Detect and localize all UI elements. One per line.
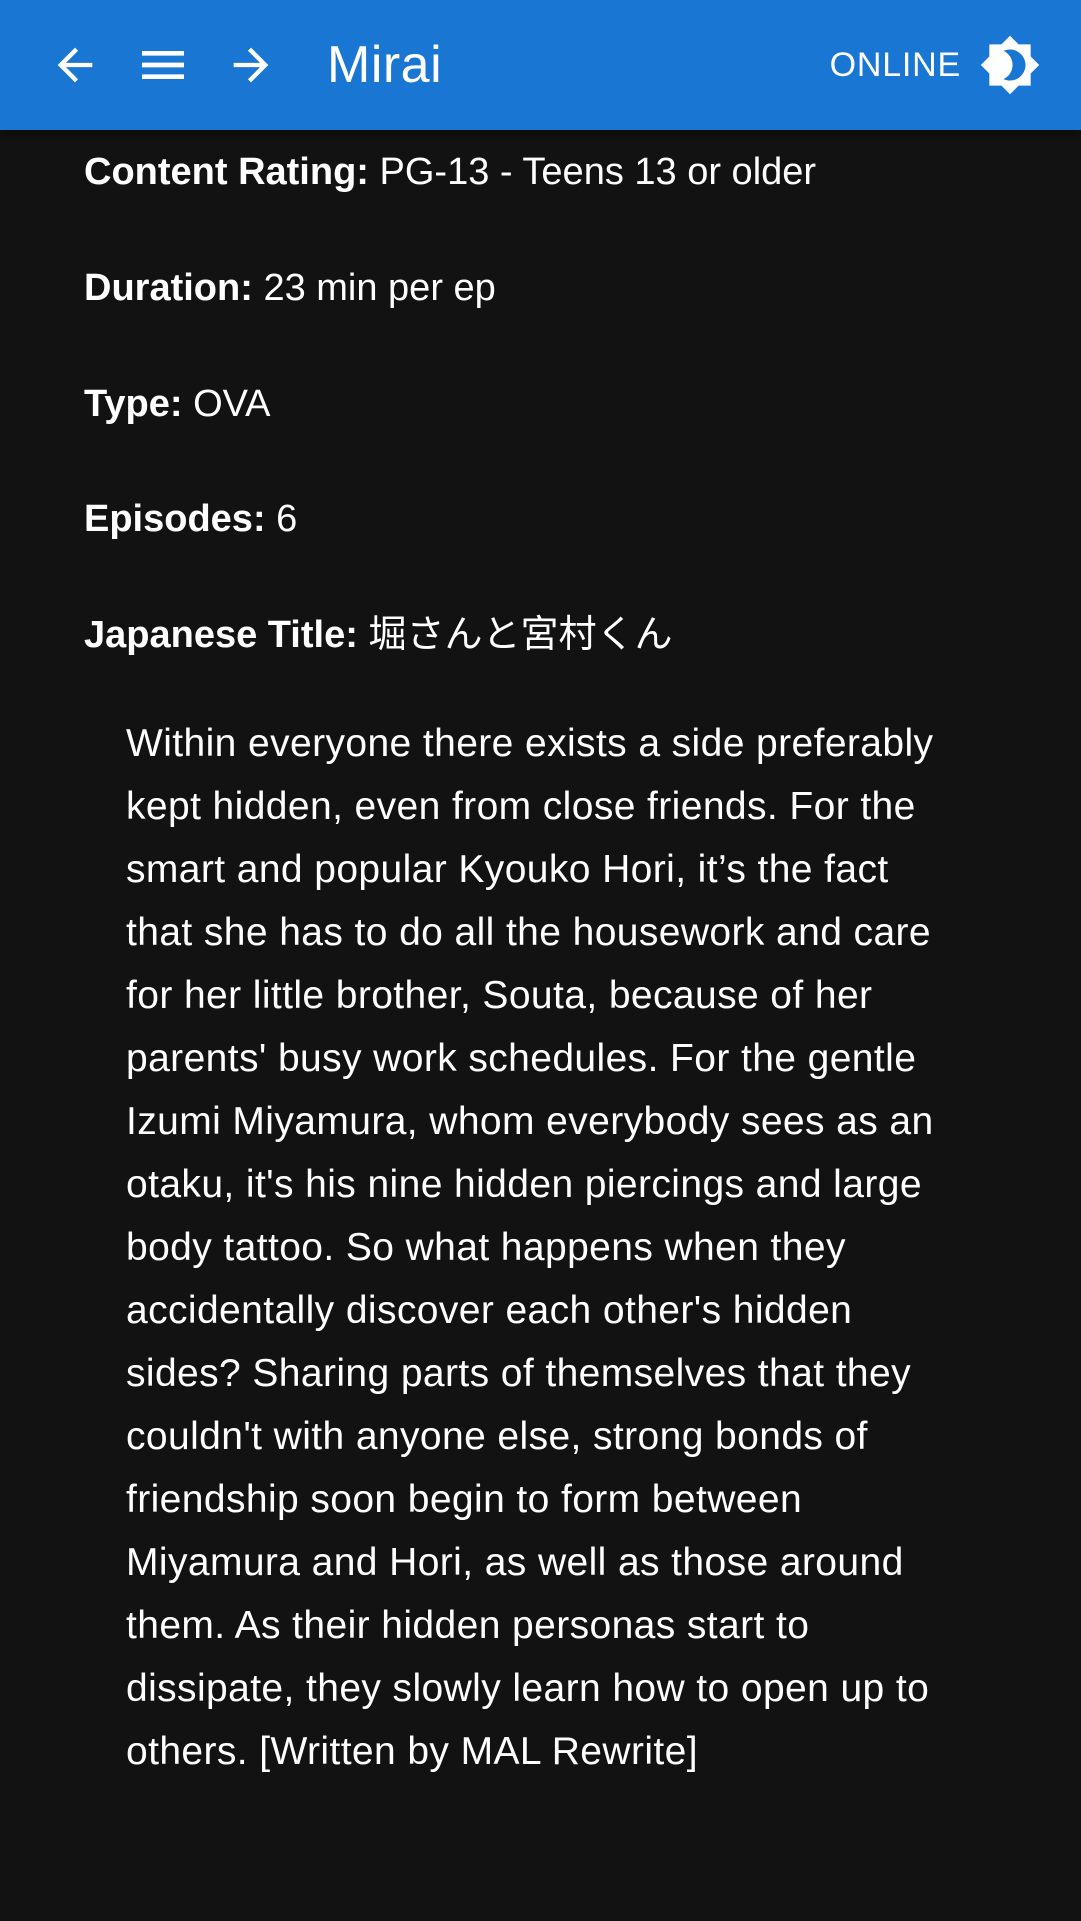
synopsis-text: Within everyone there exists a side pref… — [126, 722, 934, 1773]
hamburger-menu-icon — [142, 51, 184, 79]
content-rating-row: Content Rating: PG-13 - Teens 13 or olde… — [84, 148, 1024, 196]
menu-button[interactable] — [128, 30, 198, 100]
duration-label: Duration: — [84, 267, 253, 309]
connection-status: ONLINE — [829, 46, 961, 84]
content-rating-label: Content Rating: — [84, 151, 369, 193]
app-bar: Mirai ONLINE — [0, 0, 1081, 130]
content-rating-value: PG-13 - Teens 13 or older — [379, 151, 817, 193]
duration-row: Duration: 23 min per ep — [84, 264, 1024, 312]
episodes-value: 6 — [276, 498, 298, 540]
forward-button[interactable] — [216, 30, 286, 100]
anime-details: Content Rating: PG-13 - Teens 13 or olde… — [0, 130, 1081, 1921]
japanese-title-label: Japanese Title: — [84, 614, 358, 656]
back-button[interactable] — [40, 30, 110, 100]
type-label: Type: — [84, 383, 183, 425]
type-row: Type: OVA — [84, 380, 1024, 428]
japanese-title-row: Japanese Title: 堀さんと宮村くん — [84, 611, 1024, 659]
episodes-row: Episodes: 6 — [84, 495, 1024, 543]
type-value: OVA — [193, 383, 271, 425]
arrow-left-icon — [57, 47, 93, 83]
theme-toggle-button[interactable] — [975, 30, 1045, 100]
japanese-title-value: 堀さんと宮村くん — [368, 614, 673, 656]
duration-value: 23 min per ep — [263, 267, 496, 309]
brightness-toggle-icon — [980, 35, 1040, 95]
episodes-label: Episodes: — [84, 498, 266, 540]
app-title: Mirai — [327, 36, 443, 94]
arrow-right-icon — [233, 47, 269, 83]
